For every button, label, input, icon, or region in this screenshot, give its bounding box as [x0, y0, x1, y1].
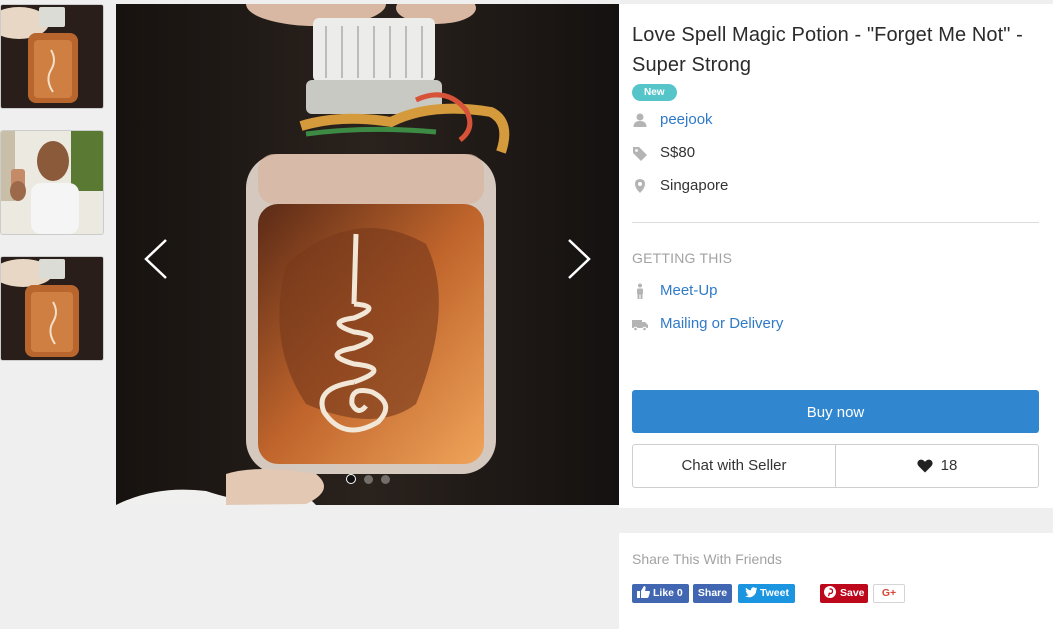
delivery-option[interactable]: Mailing or Delivery [660, 314, 783, 334]
share-panel: Share This With Friends Like 0 Share Twe… [619, 533, 1053, 629]
gallery-dot-1[interactable] [345, 474, 356, 484]
heart-icon [917, 459, 933, 473]
thumbnail-2[interactable] [0, 130, 104, 235]
like-count: 18 [940, 457, 958, 474]
secondary-actions: Chat with Seller 18 [632, 444, 1039, 488]
meetup-option[interactable]: Meet-Up [660, 281, 718, 301]
tag-icon [633, 147, 647, 161]
thumbnail-3-image [1, 257, 103, 360]
section-divider [632, 222, 1039, 223]
chevron-right-icon [568, 239, 591, 279]
listing-title: Love Spell Magic Potion - "Forget Me Not… [632, 24, 1023, 76]
product-main-image [116, 4, 619, 505]
gallery-pagination [116, 471, 619, 489]
gallery-next-button[interactable] [557, 234, 597, 284]
pinterest-save-button[interactable]: Save [820, 584, 868, 603]
condition-badge: New [632, 84, 677, 101]
thumbnail-1-image [1, 5, 103, 108]
location-value: Singapore [660, 177, 729, 194]
pinterest-save-label: Save [840, 587, 865, 599]
google-plus-button[interactable]: G+ [873, 584, 905, 603]
gallery-prev-button[interactable] [138, 234, 178, 284]
tweet-label: Tweet [760, 587, 789, 599]
thumbs-up-icon [637, 586, 650, 598]
facebook-like-label: Like 0 [653, 587, 683, 599]
listing-details-panel: Love Spell Magic Potion - "Forget Me Not… [619, 4, 1053, 508]
truck-icon [632, 320, 648, 332]
gallery-dot-2[interactable] [363, 475, 373, 484]
like-button[interactable]: 18 [836, 445, 1038, 487]
user-icon [633, 113, 647, 127]
pinterest-icon [824, 586, 836, 598]
thumbnail-2-image [1, 131, 103, 234]
price-value: S$80 [660, 144, 696, 161]
chevron-left-icon [144, 239, 167, 279]
person-icon [637, 283, 643, 299]
facebook-like-button[interactable]: Like 0 [632, 584, 689, 603]
facebook-share-button[interactable]: Share [693, 584, 732, 603]
share-heading: Share This With Friends [632, 551, 782, 567]
chat-with-seller-button[interactable]: Chat with Seller [633, 445, 836, 487]
twitter-bird-icon [745, 587, 758, 598]
buy-now-button[interactable]: Buy now [632, 390, 1039, 433]
getting-this-heading: GETTING THIS [632, 250, 733, 266]
thumbnail-1[interactable] [0, 4, 104, 109]
seller-link[interactable]: peejook [660, 110, 713, 130]
product-image-gallery[interactable] [116, 4, 619, 505]
thumbnail-strip [0, 4, 104, 382]
tweet-button[interactable]: Tweet [738, 584, 795, 603]
map-pin-icon [635, 179, 645, 193]
thumbnail-3[interactable] [0, 256, 104, 361]
gallery-dot-3[interactable] [380, 475, 390, 484]
